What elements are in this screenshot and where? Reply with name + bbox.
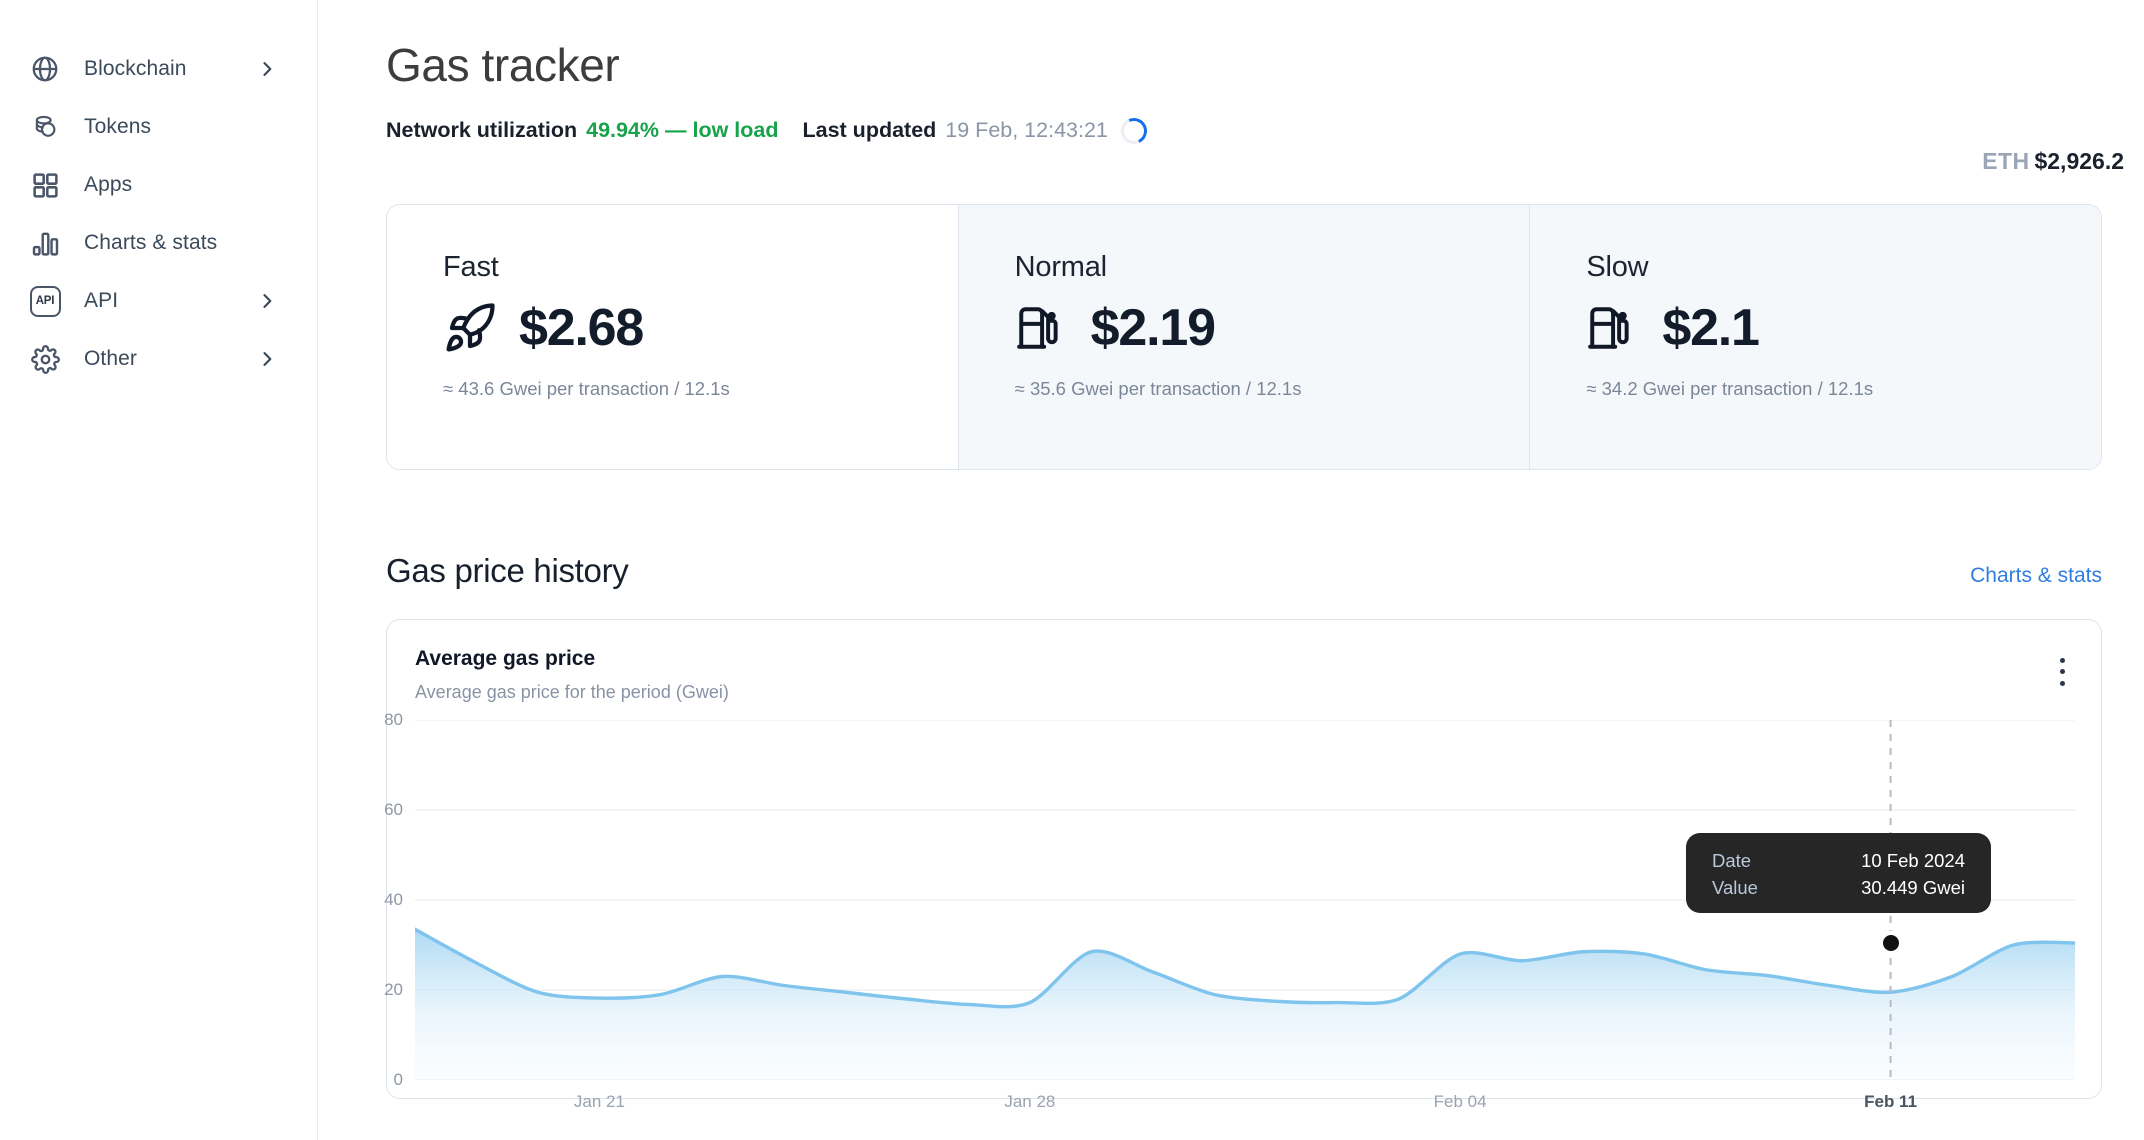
gas-pump-icon (1015, 300, 1071, 356)
chart-y-tick: 60 (384, 799, 403, 819)
rocket-icon (443, 300, 499, 356)
charts-stats-link[interactable]: Charts & stats (1970, 564, 2102, 588)
sidebar-item-api[interactable]: API API (0, 272, 317, 330)
chart-x-tick: Feb 11 (1864, 1091, 1918, 1111)
network-status-row: Network utilization 49.94% — low load La… (386, 113, 2124, 148)
gas-card-detail: ≈ 35.6 Gwei per transaction / 12.1s (1014, 377, 1302, 399)
tooltip-date-label: Date (1712, 849, 1752, 871)
gas-card-fast[interactable]: Fast $2.68 ≈ 43.6 Gwei per transaction /… (387, 204, 959, 469)
sidebar-item-label: Apps (84, 173, 133, 196)
gas-pump-icon (1586, 300, 1642, 356)
chart-x-tick: Jan 28 (1004, 1091, 1056, 1111)
tooltip-value-value: 30.449 Gwei (1861, 876, 1965, 898)
tooltip-value-row: Value 30.449 Gwei (1712, 874, 1965, 901)
chevron-right-icon (257, 59, 277, 79)
sidebar-item-tokens[interactable]: Tokens (0, 98, 317, 156)
gas-card-title: Slow (1586, 250, 1649, 283)
kebab-menu-icon[interactable] (2049, 652, 2075, 692)
gas-card-normal[interactable]: Normal $2.19 ≈ 35.6 Gwei per transaction (958, 204, 1531, 469)
network-utilization-label: Network utilization (386, 118, 578, 143)
chart-y-tick: 0 (393, 1069, 403, 1089)
gas-price-history-header: Gas price history Charts & stats (386, 552, 2102, 590)
sidebar-item-label: Tokens (84, 115, 152, 138)
globe-icon (28, 52, 62, 86)
sidebar-item-apps[interactable]: Apps (0, 156, 317, 214)
api-badge-label: API (29, 285, 61, 317)
sidebar-item-label: Blockchain (84, 57, 187, 80)
eth-symbol: ETH (1982, 148, 2030, 174)
tooltip-date-value: 10 Feb 2024 (1861, 849, 1965, 871)
gas-card-detail: ≈ 34.2 Gwei per transaction / 12.1s (1586, 377, 1874, 399)
chevron-right-icon (257, 349, 277, 369)
chart-tooltip: Date 10 Feb 2024 Value 30.449 Gwei (1686, 832, 1991, 913)
gas-card-price-row: $2.19 (1015, 298, 1530, 358)
sidebar-item-label: API (84, 289, 119, 312)
gas-card-price: $2.19 (1090, 298, 1216, 357)
chart-y-tick: 40 (384, 889, 403, 909)
eth-price-value: $2,926.2 (2034, 148, 2124, 174)
sidebar: Blockchain Tokens Apps Charts & stats AP… (0, 0, 318, 1140)
sidebar-item-other[interactable]: Other (0, 330, 317, 388)
chevron-right-icon (257, 291, 277, 311)
tooltip-value-label: Value (1712, 876, 1758, 898)
average-gas-price-chart-card: Average gas price Average gas price for … (384, 618, 2102, 1111)
gas-card-price: $2.68 (519, 298, 644, 357)
chart-y-tick: 80 (384, 709, 403, 729)
chart-hover-point (1878, 930, 1903, 955)
gas-card-price-row: $2.68 (443, 298, 958, 358)
sidebar-item-label: Other (84, 347, 138, 370)
gas-price-history-title: Gas price history (386, 551, 629, 589)
gas-card-detail: ≈ 43.6 Gwei per transaction / 12.1s (443, 377, 730, 399)
loading-spinner-icon (1117, 113, 1151, 148)
gas-card-title: Fast (443, 250, 499, 283)
gas-card-title: Normal (1014, 250, 1107, 283)
gas-tracker-page: Blockchain Tokens Apps Charts & stats AP… (0, 0, 2144, 1140)
bar-chart-icon (28, 226, 62, 260)
last-updated-value: 19 Feb, 12:43:21 (945, 118, 1108, 143)
eth-price: ETH $2,926.2 (1982, 148, 2124, 175)
page-title: Gas tracker (386, 39, 620, 91)
chart-subtitle: Average gas price for the period (Gwei) (415, 681, 729, 702)
last-updated-label: Last updated (802, 118, 937, 143)
chart-title: Average gas price (415, 646, 596, 670)
tooltip-date-row: Date 10 Feb 2024 (1712, 847, 1965, 874)
gas-price-cards: Fast $2.68 ≈ 43.6 Gwei per transaction /… (386, 203, 2102, 470)
coins-icon (28, 110, 62, 144)
gas-card-price: $2.1 (1662, 298, 1760, 357)
gas-card-price-row: $2.1 (1586, 298, 2101, 358)
gear-icon (28, 342, 62, 376)
sidebar-item-charts-stats[interactable]: Charts & stats (0, 214, 317, 272)
chart-x-tick: Jan 21 (573, 1091, 625, 1111)
grid-icon (28, 168, 62, 202)
chart-x-tick: Feb 04 (1433, 1091, 1487, 1111)
network-utilization-value: 49.94% — low load (586, 118, 779, 143)
sidebar-item-blockchain[interactable]: Blockchain (0, 40, 317, 98)
api-icon: API (28, 284, 62, 318)
main-content: Gas tracker Network utilization 49.94% —… (318, 0, 2144, 1140)
gas-card-slow[interactable]: Slow $2.1 ≈ 34.2 Gwei per transaction / … (1530, 204, 2101, 469)
chart-y-tick: 20 (384, 979, 403, 999)
sidebar-item-label: Charts & stats (84, 231, 218, 254)
